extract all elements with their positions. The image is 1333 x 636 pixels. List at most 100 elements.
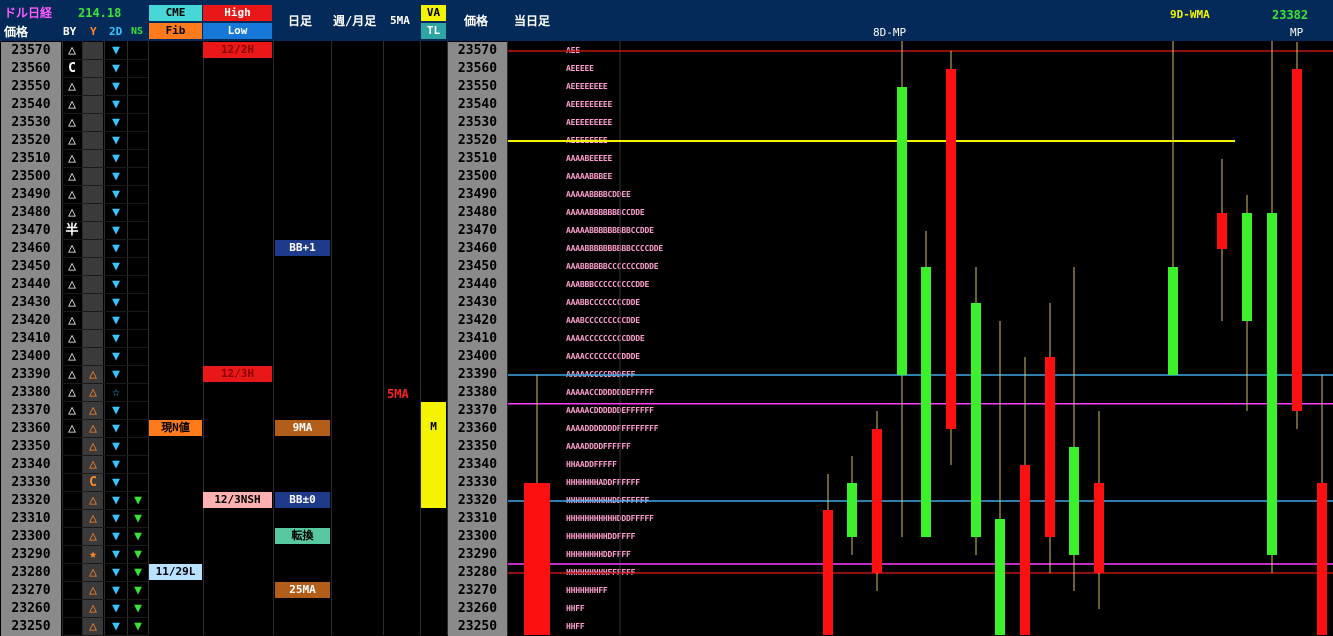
y-symbol-cell	[83, 258, 103, 276]
by-symbol: △	[68, 367, 76, 382]
instrument-title: ドル日経	[4, 6, 53, 20]
cme-tab[interactable]: CME	[149, 5, 202, 21]
price2-label: 価格	[464, 14, 489, 28]
price-cell-right: 23450	[448, 258, 507, 276]
y-symbol-cell	[83, 276, 103, 294]
bb-plus1-badge: BB+1	[275, 240, 330, 256]
candle-body	[946, 69, 956, 429]
y-symbol-cell	[83, 240, 103, 258]
triangle-down-icon: ▼	[112, 367, 120, 382]
candle-body	[1094, 483, 1104, 573]
y-symbol-cell: △	[83, 438, 103, 456]
va-tab[interactable]: VA	[421, 5, 446, 21]
y-symbol-cell: △	[83, 384, 103, 402]
y-symbol: △	[89, 601, 97, 616]
price-cell: 23390	[1, 366, 61, 384]
price-cell: 23480	[1, 204, 61, 222]
by-symbol: △	[68, 43, 76, 58]
by-symbol: 半	[65, 223, 79, 238]
y-symbol: △	[89, 583, 97, 598]
daily-label: 日足	[288, 14, 313, 28]
triangle-down-icon: ▼	[112, 331, 120, 346]
ns-icon-cell	[128, 132, 148, 150]
d2-icon-cell: ▼	[105, 258, 127, 276]
y-symbol-cell	[83, 78, 103, 96]
price-cell-right: 23380	[448, 384, 507, 402]
tl-tab[interactable]: TL	[421, 23, 446, 39]
ns-icon-cell	[128, 204, 148, 222]
y-symbol-cell	[83, 330, 103, 348]
tenkan-badge: 転換	[275, 528, 330, 544]
y-symbol-cell: △	[83, 366, 103, 384]
triangle-down-icon: ▼	[112, 151, 120, 166]
candle-body	[1168, 267, 1178, 375]
y-symbol: ★	[89, 547, 97, 562]
today-label: 当日足	[514, 14, 551, 28]
price-cell: 23350	[1, 438, 61, 456]
price-cell: 23510	[1, 150, 61, 168]
triangle-down-icon: ▼	[134, 547, 142, 562]
price-cell: 23560	[1, 60, 61, 78]
ns-icon-cell	[128, 114, 148, 132]
candle-body	[995, 519, 1005, 635]
ns-icon-cell: ▼	[128, 600, 148, 618]
y-symbol-cell	[83, 150, 103, 168]
triangle-down-icon: ▼	[134, 511, 142, 526]
y-symbol-cell	[83, 96, 103, 114]
candle-body	[1267, 213, 1277, 555]
by-symbol: △	[68, 151, 76, 166]
price-cell: 23370	[1, 402, 61, 420]
price-cell: 23460	[1, 240, 61, 258]
y-symbol-cell: ★	[83, 546, 103, 564]
price-cell: 23570	[1, 42, 61, 60]
ns-icon-cell	[128, 420, 148, 438]
high-tab[interactable]: High	[203, 5, 272, 21]
y-symbol: C	[89, 475, 97, 490]
price-cell-right: 23520	[448, 132, 507, 150]
y-symbol-cell	[83, 204, 103, 222]
y-symbol: △	[89, 493, 97, 508]
y-symbol-cell: △	[83, 456, 103, 474]
d2-icon-cell: ▼	[105, 366, 127, 384]
low-12-3nsh-badge: 12/3NSH	[203, 492, 272, 508]
d2-icon-cell: ▼	[105, 528, 127, 546]
ns-icon-cell	[128, 258, 148, 276]
price-cell: 23490	[1, 186, 61, 204]
y-symbol-cell	[83, 312, 103, 330]
triangle-down-icon: ▼	[112, 493, 120, 508]
ns-icon-cell	[128, 330, 148, 348]
ns-icon-cell	[128, 348, 148, 366]
d2-icon-cell: ▼	[105, 312, 127, 330]
price-cell-right: 23260	[448, 600, 507, 618]
triangle-down-icon: ▼	[112, 457, 120, 472]
d2-icon-cell: ▼	[105, 42, 127, 60]
instrument-value: 214.18	[78, 6, 122, 20]
price-cell: 23250	[1, 618, 61, 636]
weekly-monthly-label: 週/月足	[333, 14, 377, 28]
high-12-3h-badge: 12/3H	[203, 366, 272, 382]
ns-icon-cell	[128, 222, 148, 240]
ns-icon-cell: ▼	[128, 546, 148, 564]
high-12-2h-badge: 12/2H	[203, 42, 272, 58]
d2-icon-cell: ▼	[105, 582, 127, 600]
price-cell-right: 23320	[448, 492, 507, 510]
d2-icon-cell: ▼	[105, 60, 127, 78]
triangle-down-icon: ▼	[112, 169, 120, 184]
candlestick-chart	[508, 41, 1333, 635]
price-cell: 23430	[1, 294, 61, 312]
triangle-down-icon: ▼	[112, 61, 120, 76]
d2-icon-cell: ▼	[105, 330, 127, 348]
price-cell: 23310	[1, 510, 61, 528]
price-cell: 23320	[1, 492, 61, 510]
fib-tab[interactable]: Fib	[149, 23, 202, 39]
d2-icon-cell: ▼	[105, 546, 127, 564]
col-price-label: 価格	[4, 25, 29, 39]
cme-genn-badge: 現N値	[149, 420, 202, 436]
low-tab[interactable]: Low	[203, 23, 272, 39]
price-cell-right: 23410	[448, 330, 507, 348]
ns-icon-cell: ▼	[128, 564, 148, 582]
by-symbol: △	[68, 79, 76, 94]
d2-icon-cell: ▼	[105, 114, 127, 132]
by-symbol: C	[68, 61, 76, 76]
ma9-badge: 9MA	[275, 420, 330, 436]
